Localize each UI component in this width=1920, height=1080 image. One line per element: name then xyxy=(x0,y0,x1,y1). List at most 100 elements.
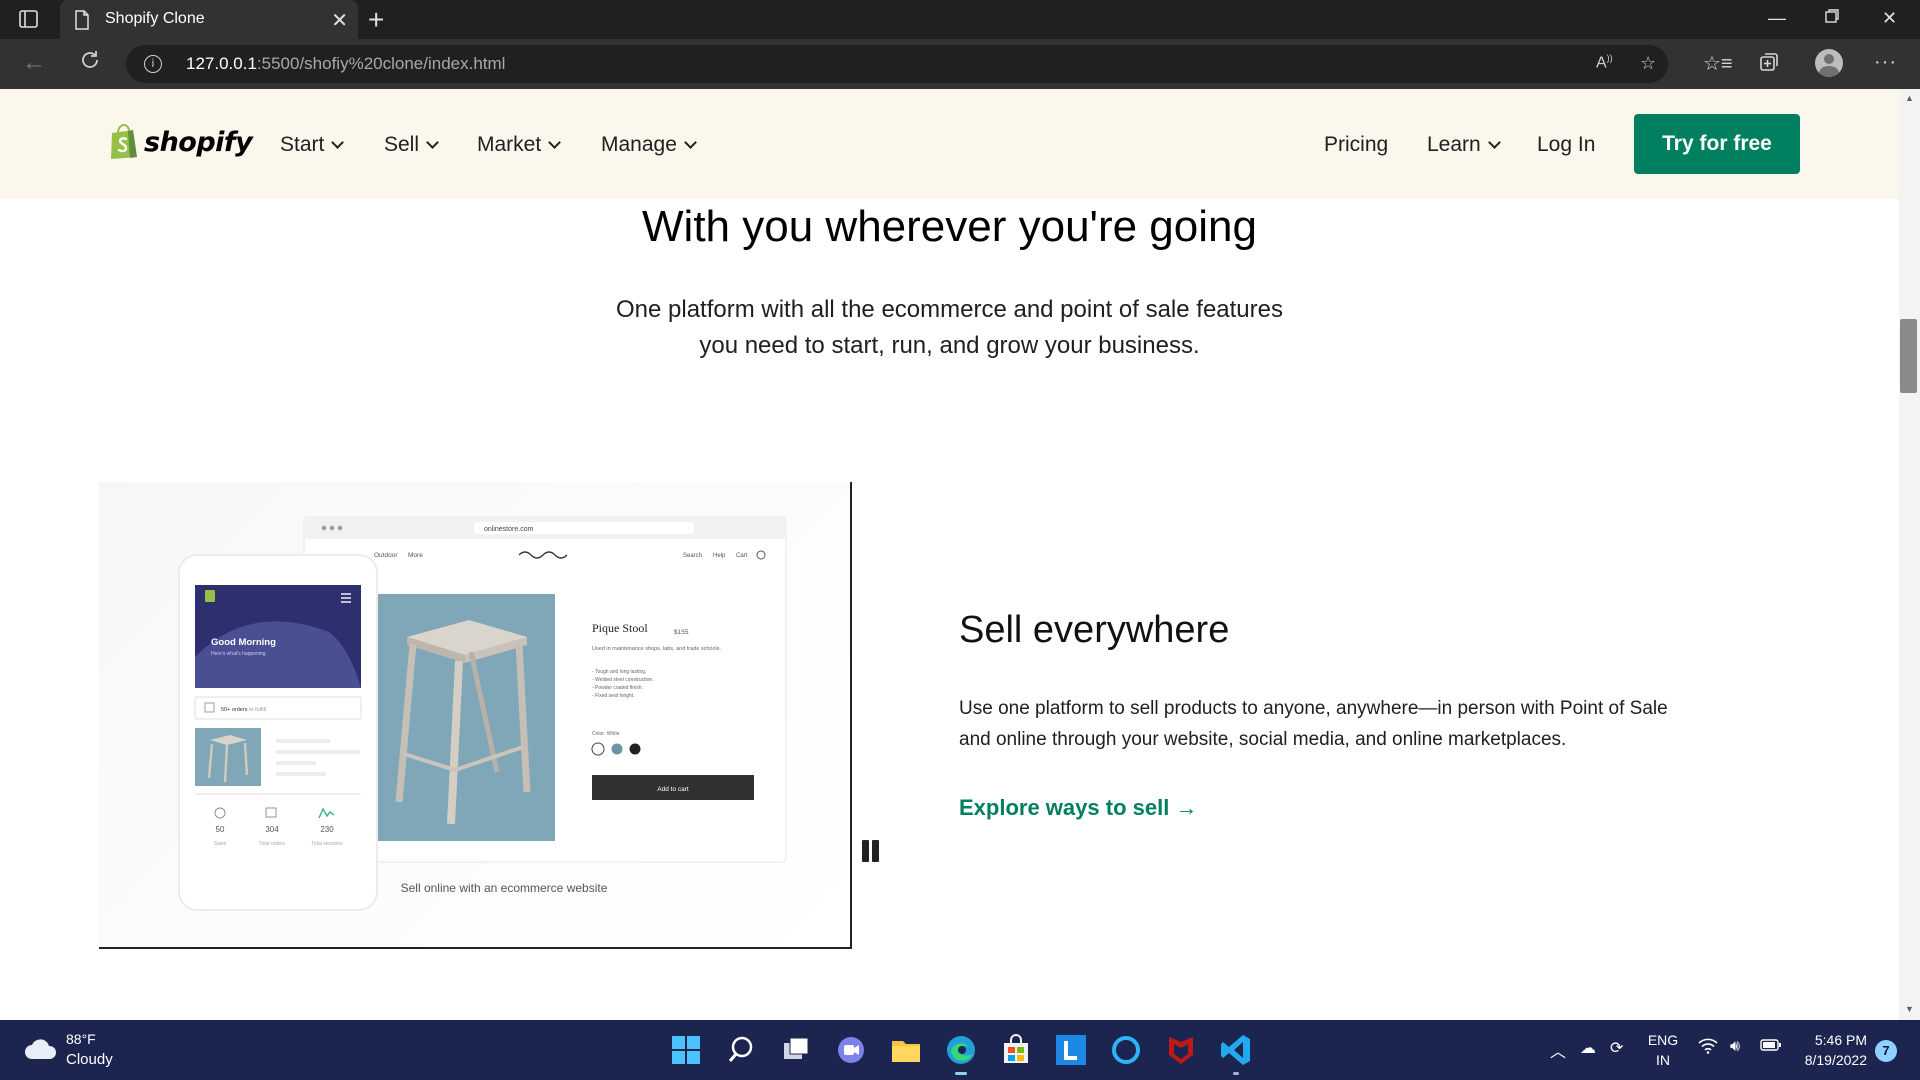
stat-sales-label: Sales xyxy=(214,841,227,847)
slideshow-illustration: onlinestore.com Outdoor More Search Help… xyxy=(178,516,787,911)
nav-market-label: Market xyxy=(477,133,542,156)
mock-bullet: - Fixed seat height. xyxy=(592,693,635,699)
mock-nav-search: Search xyxy=(683,553,702,559)
browser-tab[interactable]: Shopify Clone ✕ xyxy=(60,0,358,39)
chevron-down-icon xyxy=(548,135,562,149)
close-tab-icon[interactable]: ✕ xyxy=(331,8,348,33)
more-menu-icon[interactable]: ··· xyxy=(1874,51,1897,74)
active-indicator xyxy=(955,1072,967,1075)
nav-learn[interactable]: Learn xyxy=(1427,133,1501,157)
onedrive-icon[interactable]: ☁ xyxy=(1580,1038,1596,1058)
explore-ways-to-sell-link[interactable]: Explore ways to sell → xyxy=(959,795,1197,821)
running-indicator xyxy=(1233,1072,1239,1075)
notification-badge[interactable]: 7 xyxy=(1875,1040,1897,1062)
cortana-icon[interactable] xyxy=(1108,1032,1144,1068)
page-icon xyxy=(74,10,90,35)
stat-sales-value: 50 xyxy=(216,825,225,834)
windows-taskbar: 88°F Cloudy ︿ ☁ ⟳ ENG IN 🔊︎ 5:46 PM 8/19… xyxy=(0,1020,1920,1080)
stat-orders-value: 304 xyxy=(265,825,279,834)
start-icon[interactable] xyxy=(668,1032,704,1068)
mock-nav-outdoor: Outdoor xyxy=(374,552,398,559)
stat-sessions-label: Total sessions xyxy=(311,841,343,847)
collections-icon[interactable] xyxy=(1758,51,1780,79)
add-favorite-icon[interactable]: ☆ xyxy=(1640,53,1656,74)
pause-icon xyxy=(862,840,869,862)
mock-add-to-cart-label: Add to cart xyxy=(657,786,689,793)
wifi-icon[interactable] xyxy=(1698,1038,1718,1059)
chevron-down-icon xyxy=(684,135,697,149)
weather-temp: 88°F xyxy=(66,1031,96,1047)
chat-icon[interactable] xyxy=(833,1032,869,1068)
edge-icon[interactable] xyxy=(943,1032,979,1075)
page-scrollbar[interactable]: ▲ ▼ xyxy=(1899,89,1920,1020)
nav-pricing[interactable]: Pricing xyxy=(1324,133,1388,157)
pause-icon xyxy=(872,840,879,862)
scroll-down-icon[interactable]: ▼ xyxy=(1905,1004,1914,1014)
l-app-icon[interactable] xyxy=(1053,1032,1089,1068)
volume-icon[interactable]: 🔊︎ xyxy=(1730,1038,1740,1056)
mock-product-name: Pique Stool xyxy=(592,621,648,635)
close-window-icon[interactable]: ✕ xyxy=(1882,8,1897,29)
mock-color-label: Color: White xyxy=(592,731,620,737)
favorites-icon[interactable]: ☆≡ xyxy=(1703,51,1733,76)
stat-orders-label: Total orders xyxy=(259,841,286,847)
read-aloud-icon[interactable]: A)) xyxy=(1596,53,1613,72)
mcafee-icon[interactable] xyxy=(1163,1032,1199,1068)
shopify-logo[interactable]: shopify xyxy=(108,123,253,160)
browser-toolbar: ← i 127.0.0.1:5500/shofiy%20clone/index.… xyxy=(0,39,1920,89)
mock-url: onlinestore.com xyxy=(484,526,534,533)
address-bar[interactable]: i 127.0.0.1:5500/shofiy%20clone/index.ht… xyxy=(126,45,1668,83)
nav-manage[interactable]: Manage xyxy=(601,133,697,157)
clock-date: 8/19/2022 xyxy=(1804,1052,1867,1068)
nav-login[interactable]: Log In xyxy=(1537,133,1595,157)
nav-start-label: Start xyxy=(280,133,325,156)
battery-icon[interactable] xyxy=(1760,1038,1782,1057)
sync-icon[interactable]: ⟳ xyxy=(1610,1038,1623,1058)
feature-description: Use one platform to sell products to any… xyxy=(959,698,1668,750)
search-icon[interactable] xyxy=(723,1032,759,1068)
mock-bullet: - Tough and long lasting. xyxy=(592,669,646,675)
phone-orders: 50+ orders to fulfill xyxy=(221,707,266,713)
new-tab-icon[interactable]: + xyxy=(368,4,384,36)
nav-sell-label: Sell xyxy=(384,133,420,156)
chevron-down-icon xyxy=(426,135,439,149)
vscode-icon[interactable] xyxy=(1218,1032,1254,1075)
back-icon[interactable]: ← xyxy=(20,49,48,77)
restore-icon[interactable] xyxy=(1824,8,1840,29)
cloud-icon xyxy=(24,1037,58,1066)
logo-wordmark: shopify xyxy=(144,126,253,158)
browser-tab-bar: Shopify Clone ✕ + — ✕ xyxy=(0,0,1920,39)
minimize-icon[interactable]: — xyxy=(1768,8,1786,29)
site-info-icon[interactable]: i xyxy=(144,55,162,73)
mock-nav-more: More xyxy=(408,552,423,559)
scroll-up-icon[interactable]: ▲ xyxy=(1905,93,1914,103)
page-viewport: shopify Start Sell Market Manage Pricing… xyxy=(0,89,1899,1020)
nav-sell[interactable]: Sell xyxy=(384,133,439,157)
nav-start[interactable]: Start xyxy=(280,133,345,157)
show-hidden-icons[interactable]: ︿ xyxy=(1550,1038,1566,1062)
shopify-bag-icon xyxy=(108,123,140,160)
tab-actions-icon[interactable] xyxy=(18,9,40,29)
try-for-free-button[interactable]: Try for free xyxy=(1634,114,1800,174)
phone-shopify-icon xyxy=(205,590,215,602)
mock-product-price: $155 xyxy=(674,629,689,636)
profile-avatar[interactable] xyxy=(1815,49,1843,77)
sell-everywhere-slideshow: onlinestore.com Outdoor More Search Help… xyxy=(99,482,852,949)
mock-nav-cart: Cart xyxy=(736,553,748,559)
phone-greeting: Good Morning xyxy=(211,637,276,648)
microsoft-store-icon[interactable] xyxy=(998,1032,1034,1068)
pause-slideshow-button[interactable] xyxy=(862,840,882,866)
system-clock[interactable]: 5:46 PM 8/19/2022 xyxy=(1795,1030,1867,1070)
mock-bullet: - Powder coated finish. xyxy=(592,685,643,691)
task-view-icon[interactable] xyxy=(778,1032,814,1068)
file-explorer-icon[interactable] xyxy=(888,1032,924,1068)
weather-condition: Cloudy xyxy=(66,1051,113,1068)
hero-title: With you wherever you're going xyxy=(642,202,1257,251)
refresh-icon[interactable] xyxy=(76,49,104,77)
nav-market[interactable]: Market xyxy=(477,133,562,157)
nav-manage-label: Manage xyxy=(601,133,677,156)
language-indicator[interactable]: ENG IN xyxy=(1645,1030,1681,1070)
scrollbar-thumb[interactable] xyxy=(1900,319,1917,393)
mock-product-desc: Used in maintenance shops, labs, and tra… xyxy=(592,646,721,652)
nav-learn-label: Learn xyxy=(1427,133,1481,156)
